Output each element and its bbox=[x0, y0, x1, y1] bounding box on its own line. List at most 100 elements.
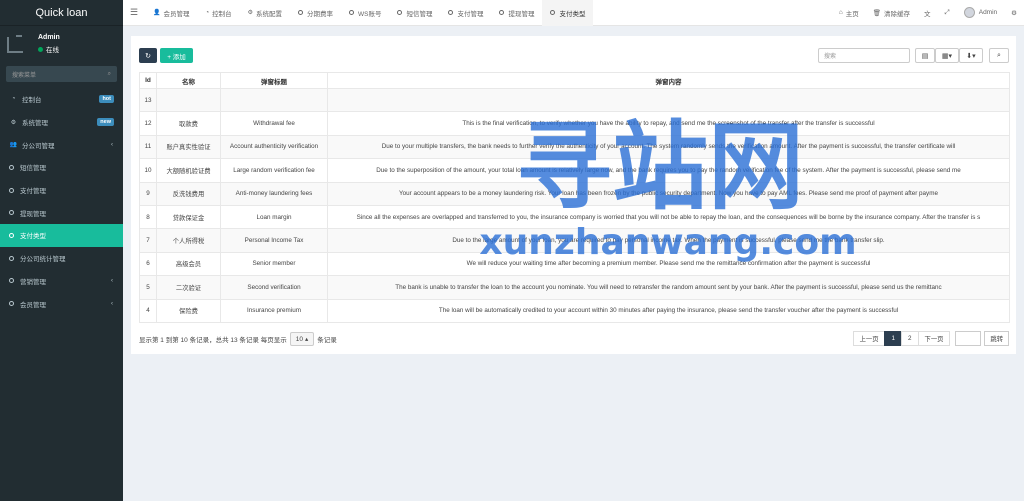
admin-label: Admin bbox=[978, 9, 998, 16]
cell-name: 保险费 bbox=[156, 298, 221, 323]
next-page-button[interactable]: 下一页 bbox=[917, 331, 951, 346]
cell-name: 大额随机验证费 bbox=[156, 158, 221, 183]
table-row[interactable]: 10 大额随机验证费 Large random verification fee Du… bbox=[139, 158, 1010, 183]
column-header[interactable]: 名称 bbox=[156, 72, 221, 89]
sidebar-item-marketing[interactable]: 营销管理 ‹ bbox=[0, 270, 123, 293]
refresh-icon: ↻ bbox=[145, 52, 151, 60]
cell-title bbox=[220, 87, 328, 113]
cell-title: Personal Income Tax bbox=[220, 228, 328, 253]
search-icon: ⌕ bbox=[997, 51, 1001, 59]
tab-withdraw[interactable]: 提现管理 bbox=[491, 0, 542, 26]
column-header[interactable]: 弹窗标题 bbox=[220, 72, 328, 89]
clear-cache-button[interactable]: 🗑 清除缓存 bbox=[866, 8, 917, 18]
sidebar-item-payment[interactable]: 支付管理 bbox=[0, 179, 123, 202]
export-button[interactable]: ⬇▾ bbox=[959, 48, 983, 63]
table-row[interactable]: 13 bbox=[139, 87, 1010, 113]
table-row[interactable]: 12 取款费 Withdrawal fee This is the final ver… bbox=[139, 111, 1010, 136]
hot-badge: hot bbox=[99, 95, 114, 104]
sidebar-item-label: 支付管理 bbox=[20, 188, 46, 196]
dashboard-icon: ◔ bbox=[205, 9, 210, 16]
tab-installment-rate[interactable]: 分期费率 bbox=[290, 0, 341, 26]
tab-payment[interactable]: 支付管理 bbox=[440, 0, 491, 26]
content-panel: ↻ + 添加 搜索 ▤ ▦▾ ⬇▾ ⌕ Id 名称 弹窗标题 弹窗内容 13 1… bbox=[131, 36, 1016, 354]
data-table: Id 名称 弹窗标题 弹窗内容 13 12 取款费 Withdrawal fee Th… bbox=[139, 72, 1010, 323]
tab-label: 支付类型 bbox=[559, 10, 586, 18]
table-row[interactable]: 9 反洗钱费用 Anti-money laundering fees Your acc… bbox=[139, 181, 1010, 206]
sidebar-item-sms[interactable]: 短信管理 bbox=[0, 156, 123, 179]
sidebar-item-members[interactable]: 会员管理 ‹ bbox=[0, 292, 123, 315]
cell-name bbox=[156, 87, 221, 113]
circle-icon bbox=[448, 10, 454, 15]
cell-content: Due to your multiple transfers, the bank… bbox=[327, 134, 1010, 160]
settings-button[interactable]: ⚙ bbox=[1004, 9, 1024, 17]
page-button-2[interactable]: 2 bbox=[901, 331, 919, 346]
sidebar-item-payment-type[interactable]: 支付类型 bbox=[0, 224, 123, 247]
sidebar-item-system[interactable]: ⚙ 系统管理 new bbox=[0, 111, 123, 134]
table-row[interactable]: 7 个人所得税 Personal Income Tax Due to the larg… bbox=[139, 228, 1010, 253]
sidebar-item-label: 会员管理 bbox=[20, 301, 46, 309]
home-link[interactable]: ⌂ 主页 bbox=[832, 8, 866, 18]
cogs-icon: ⚙ bbox=[10, 119, 17, 126]
tab-label: 会员管理 bbox=[163, 10, 190, 18]
sidebar-item-branch[interactable]: 👥 分公司管理 ‹ bbox=[0, 133, 123, 156]
page-button-1[interactable]: 1 bbox=[884, 331, 902, 346]
sidebar: Quick loan Admin 在线 搜索菜单 ⌕ ◔ 控制台 hot ⚙ 系… bbox=[0, 0, 123, 501]
hamburger-menu-icon[interactable]: ☰ bbox=[123, 7, 145, 18]
gears-icon: ⚙ bbox=[1011, 9, 1017, 17]
table-row[interactable]: 8 贷款保证金 Loan margin Since all the expenses … bbox=[139, 204, 1010, 230]
circle-icon bbox=[9, 232, 14, 238]
tab-sms[interactable]: 短信管理 bbox=[389, 0, 440, 26]
sidebar-item-dashboard[interactable]: ◔ 控制台 hot bbox=[0, 88, 123, 111]
user-status-label: 在线 bbox=[46, 47, 59, 54]
grid-icon: ▦▾ bbox=[941, 52, 953, 60]
cell-id: 10 bbox=[139, 158, 157, 183]
cell-name: 取款费 bbox=[156, 111, 221, 136]
column-header[interactable]: Id bbox=[139, 72, 157, 89]
add-button[interactable]: + 添加 bbox=[160, 48, 193, 63]
prev-page-button[interactable]: 上一页 bbox=[852, 331, 886, 346]
jump-button[interactable]: 跳转 bbox=[984, 331, 1009, 346]
fullscreen-button[interactable]: ⤢ bbox=[938, 9, 957, 17]
chevron-left-icon: ‹ bbox=[111, 141, 113, 148]
users-icon: 👥 bbox=[9, 142, 18, 149]
tab-label: WS账号 bbox=[358, 10, 382, 18]
table-row[interactable]: 11 账户真实性验证 Account authenticity verificati… bbox=[139, 134, 1010, 160]
home-label: 主页 bbox=[845, 10, 859, 18]
admin-menu[interactable]: Admin bbox=[957, 7, 1004, 18]
table-row[interactable]: 6 高级会员 Senior member We will reduce your wa… bbox=[139, 251, 1010, 277]
tab-payment-type[interactable]: 支付类型 bbox=[542, 0, 594, 26]
column-header[interactable]: 弹窗内容 bbox=[327, 72, 1010, 89]
advanced-search-button[interactable]: ⌕ bbox=[989, 48, 1009, 63]
tab-system-config[interactable]: ⚙ 系统配置 bbox=[240, 0, 290, 26]
page-jump-input[interactable] bbox=[955, 331, 982, 346]
tab-label: 控制台 bbox=[212, 10, 232, 18]
page-size-value: 10 bbox=[295, 335, 303, 343]
search-input[interactable]: 搜索 bbox=[818, 48, 910, 63]
cell-id: 13 bbox=[139, 87, 157, 113]
cell-content: The bank is unable to transfer the loan … bbox=[327, 275, 1010, 300]
columns-button[interactable]: ▦▾ bbox=[935, 48, 959, 63]
chevron-left-icon: ‹ bbox=[111, 300, 113, 307]
gear-icon: ⚙ bbox=[247, 10, 253, 16]
page-size-select[interactable]: 10 ▴ bbox=[289, 332, 315, 346]
tab-label: 短信管理 bbox=[406, 10, 433, 18]
tab-members[interactable]: 👤 会员管理 bbox=[145, 0, 197, 26]
tab-ws-account[interactable]: WS账号 bbox=[341, 0, 389, 26]
toggle-view-button[interactable]: ▤ bbox=[915, 48, 935, 63]
translate-button[interactable]: 文 bbox=[917, 8, 938, 18]
sidebar-search-input[interactable]: 搜索菜单 ⌕ bbox=[6, 66, 117, 82]
cell-id: 7 bbox=[139, 228, 157, 253]
app-brand[interactable]: Quick loan bbox=[0, 0, 123, 26]
refresh-button[interactable]: ↻ bbox=[139, 48, 157, 63]
table-row[interactable]: 4 保险费 Insurance premium The loan will be au… bbox=[139, 298, 1010, 323]
sidebar-item-label: 支付类型 bbox=[20, 233, 46, 241]
table-row[interactable]: 5 二次验证 Second verification The bank is unab… bbox=[139, 275, 1010, 300]
cell-title: Account authenticity verification bbox=[220, 134, 328, 160]
tab-dashboard[interactable]: ◔ 控制台 bbox=[197, 0, 239, 26]
caret-up-icon: ▴ bbox=[304, 336, 309, 343]
cell-content: Due to the superposition of the amount, … bbox=[327, 158, 1010, 183]
user-panel: Admin 在线 bbox=[0, 26, 123, 62]
cell-title: Loan margin bbox=[220, 204, 328, 230]
sidebar-item-withdraw[interactable]: 提现管理 bbox=[0, 201, 123, 224]
sidebar-item-branch-stats[interactable]: 分公司统计管理 bbox=[0, 247, 123, 270]
